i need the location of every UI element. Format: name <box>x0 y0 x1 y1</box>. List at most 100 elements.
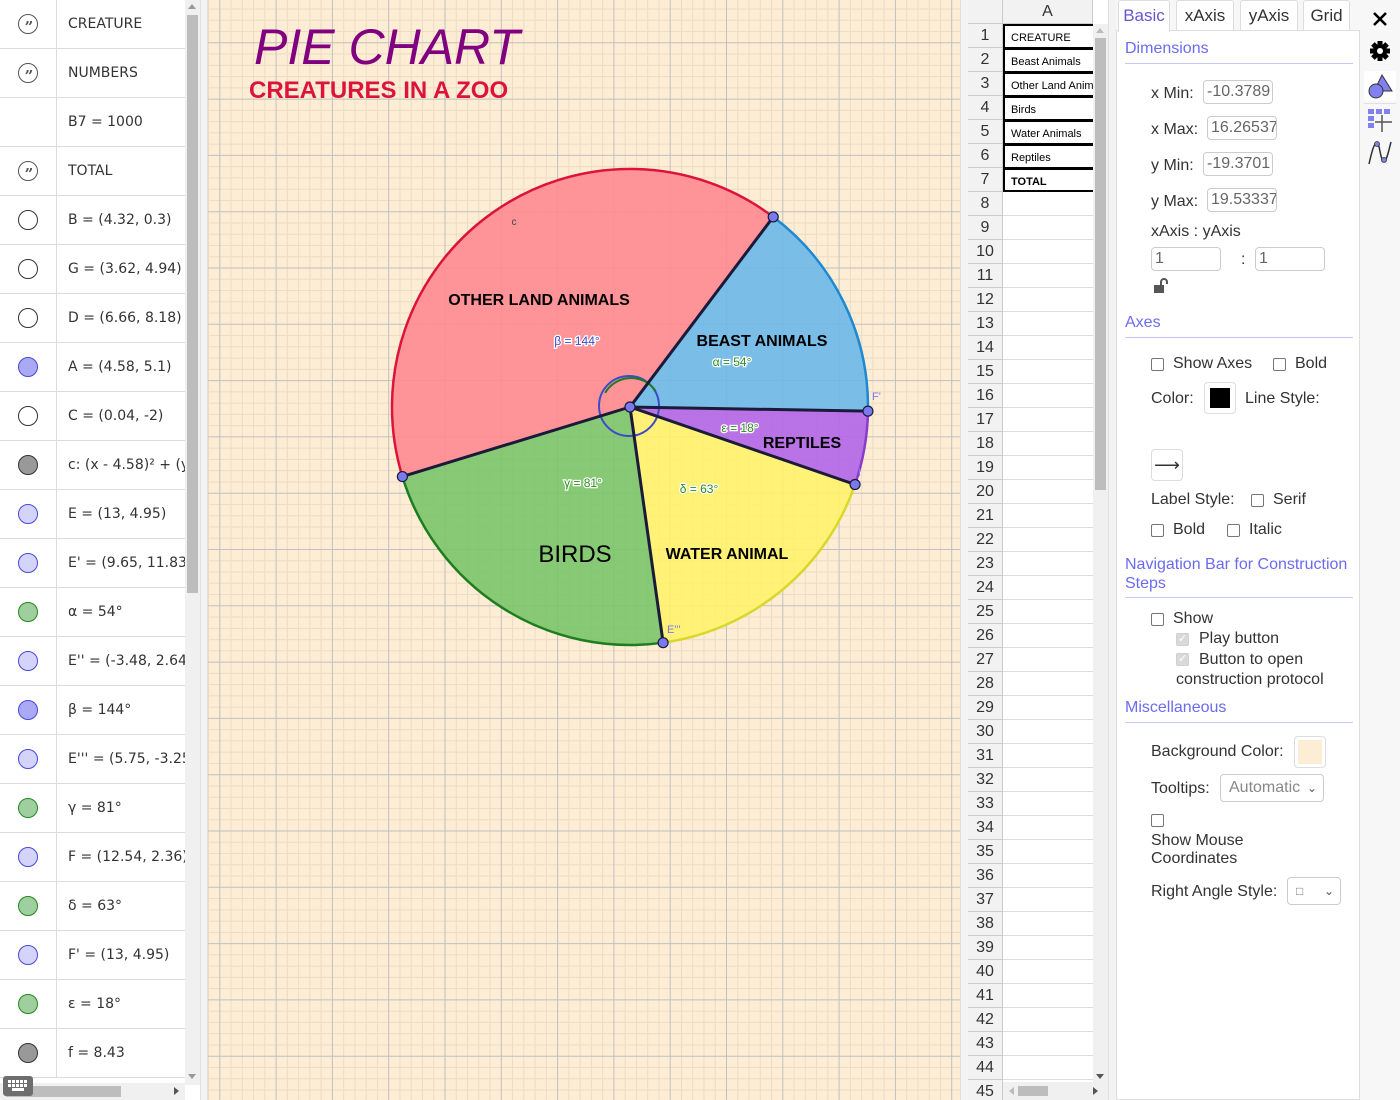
row-header[interactable]: 39 <box>968 936 1003 960</box>
visibility-toggle-icon[interactable] <box>18 994 38 1014</box>
algebra-row[interactable]: B7 = 1000 <box>0 98 185 147</box>
algebra-row-text[interactable]: NUMBERS <box>68 49 185 98</box>
spreadsheet-cell[interactable] <box>1003 912 1093 936</box>
spreadsheet-cell[interactable] <box>1003 600 1093 624</box>
spreadsheet-cell[interactable] <box>1003 576 1093 600</box>
serif-checkbox[interactable] <box>1251 494 1264 507</box>
spreadsheet-cell[interactable] <box>1003 696 1093 720</box>
algebra-row[interactable]: γ = 81° <box>0 784 185 833</box>
line-style-button[interactable]: ⟶ <box>1151 449 1183 481</box>
row-header[interactable]: 20 <box>968 480 1003 504</box>
row-header[interactable]: 34 <box>968 816 1003 840</box>
algebra-row[interactable]: ” CREATURE <box>0 0 185 49</box>
algebra-row-text[interactable]: E = (13, 4.95) <box>68 490 185 539</box>
row-header[interactable]: 43 <box>968 1032 1003 1056</box>
algebra-row[interactable]: α = 54° <box>0 588 185 637</box>
row-header[interactable]: 40 <box>968 960 1003 984</box>
row-header[interactable]: 7 <box>968 168 1003 192</box>
row-header[interactable]: 6 <box>968 144 1003 168</box>
slice-label[interactable]: BEAST ANIMALS <box>697 333 828 350</box>
row-header[interactable]: 30 <box>968 720 1003 744</box>
spreadsheet-cell[interactable] <box>1003 648 1093 672</box>
spreadsheet-cell[interactable] <box>1003 360 1093 384</box>
visibility-toggle-icon[interactable] <box>18 210 38 230</box>
algebra-row-text[interactable]: TOTAL <box>68 147 185 196</box>
spreadsheet-corner[interactable] <box>968 0 1003 24</box>
spreadsheet-cell[interactable] <box>1003 264 1093 288</box>
spreadsheet-cell[interactable] <box>1003 456 1093 480</box>
row-header[interactable]: 36 <box>968 864 1003 888</box>
algebra-row-text[interactable]: B7 = 1000 <box>68 98 185 147</box>
algebra-row[interactable]: D = (6.66, 8.18) <box>0 294 185 343</box>
algebra-row[interactable]: E''' = (5.75, -3.25) <box>0 735 185 784</box>
row-header[interactable]: 12 <box>968 288 1003 312</box>
spreadsheet-cell[interactable] <box>1003 672 1093 696</box>
italic-checkbox[interactable] <box>1227 524 1240 537</box>
graphics-view-button[interactable] <box>1364 71 1396 101</box>
algebra-row-text[interactable]: G = (3.62, 4.94) <box>68 245 185 294</box>
label-bold-checkbox[interactable] <box>1151 524 1164 537</box>
spreadsheet-cell[interactable] <box>1003 720 1093 744</box>
algebra-row-text[interactable]: F = (12.54, 2.36) <box>68 833 185 882</box>
keyboard-button[interactable] <box>3 1076 33 1096</box>
row-header[interactable]: 11 <box>968 264 1003 288</box>
row-header[interactable]: 32 <box>968 768 1003 792</box>
row-header[interactable]: 38 <box>968 912 1003 936</box>
scroll-thumb[interactable] <box>1018 1086 1048 1096</box>
visibility-toggle-icon[interactable] <box>18 455 38 475</box>
angle-label[interactable]: γ = 81° <box>563 475 604 492</box>
algebra-row-text[interactable]: B = (4.32, 0.3) <box>68 196 185 245</box>
bg-color-button[interactable] <box>1294 736 1326 768</box>
algebra-row[interactable]: G = (3.62, 4.94) <box>0 245 185 294</box>
spreadsheet-cell[interactable] <box>1003 744 1093 768</box>
spreadsheet-cell[interactable]: CREATURE <box>1003 24 1093 48</box>
pie-point[interactable] <box>849 478 861 491</box>
visibility-toggle-icon[interactable] <box>18 945 38 965</box>
chart-title[interactable]: PIE CHART <box>254 18 520 76</box>
slice-label[interactable]: REPTILES <box>763 435 842 452</box>
visibility-toggle-icon[interactable] <box>18 553 38 573</box>
row-header[interactable]: 10 <box>968 240 1003 264</box>
spreadsheet-horizontal-scrollbar[interactable] <box>1003 1082 1108 1100</box>
spreadsheet-cell[interactable]: Other Land Animals <box>1003 72 1093 96</box>
spreadsheet-cell[interactable]: TOTAL <box>1003 168 1093 192</box>
algebra-row-text[interactable]: D = (6.66, 8.18) <box>68 294 185 343</box>
algebra-row[interactable]: F = (12.54, 2.36) <box>0 833 185 882</box>
row-header[interactable]: 26 <box>968 624 1003 648</box>
spreadsheet-cell[interactable]: Reptiles <box>1003 144 1093 168</box>
slice-label[interactable]: BIRDS <box>538 541 611 568</box>
show-axes-checkbox[interactable] <box>1151 358 1164 371</box>
algebra-row-text[interactable]: F' = (13, 4.95) <box>68 931 185 980</box>
algebra-row-text[interactable]: CREATURE <box>68 0 185 49</box>
row-header[interactable]: 22 <box>968 528 1003 552</box>
function-icon[interactable] <box>1366 139 1394 167</box>
spreadsheet-cell[interactable] <box>1003 192 1093 216</box>
row-header[interactable]: 37 <box>968 888 1003 912</box>
x-min-input[interactable]: -10.3789 <box>1203 80 1273 104</box>
algebra-row-text[interactable]: f = 8.43 <box>68 1029 185 1078</box>
scroll-up-arrow-icon[interactable] <box>1096 28 1104 33</box>
x-max-input[interactable]: 16.26537 <box>1207 116 1277 140</box>
tooltips-select[interactable]: Automatic ⌄ <box>1220 774 1324 802</box>
spreadsheet-cell[interactable]: Birds <box>1003 96 1093 120</box>
spreadsheet-cell[interactable] <box>1003 336 1093 360</box>
spreadsheet-cell[interactable] <box>1003 624 1093 648</box>
pie-point[interactable] <box>767 211 779 223</box>
visibility-toggle-icon[interactable] <box>18 1043 38 1063</box>
spreadsheet-cell[interactable] <box>1003 936 1093 960</box>
algebra-row-text[interactable]: A = (4.58, 5.1) <box>68 343 185 392</box>
angle-label[interactable]: δ = 63° <box>678 481 719 498</box>
algebra-row-text[interactable]: γ = 81° <box>68 784 185 833</box>
row-header[interactable]: 41 <box>968 984 1003 1008</box>
row-header[interactable]: 23 <box>968 552 1003 576</box>
play-button-checkbox[interactable] <box>1176 632 1189 646</box>
algebra-row[interactable]: c: (x - 4.58)² + (y - 5.1)² <box>0 441 185 490</box>
angle-label[interactable]: ε = 18° <box>720 420 760 437</box>
algebra-row[interactable]: C = (0.04, -2) <box>0 392 185 441</box>
algebra-row[interactable]: β = 144° <box>0 686 185 735</box>
algebra-row-text[interactable]: α = 54° <box>68 588 185 637</box>
ratio-y-input[interactable]: 1 <box>1255 247 1325 271</box>
row-header[interactable]: 21 <box>968 504 1003 528</box>
row-header[interactable]: 4 <box>968 96 1003 120</box>
spreadsheet-cell[interactable] <box>1003 888 1093 912</box>
